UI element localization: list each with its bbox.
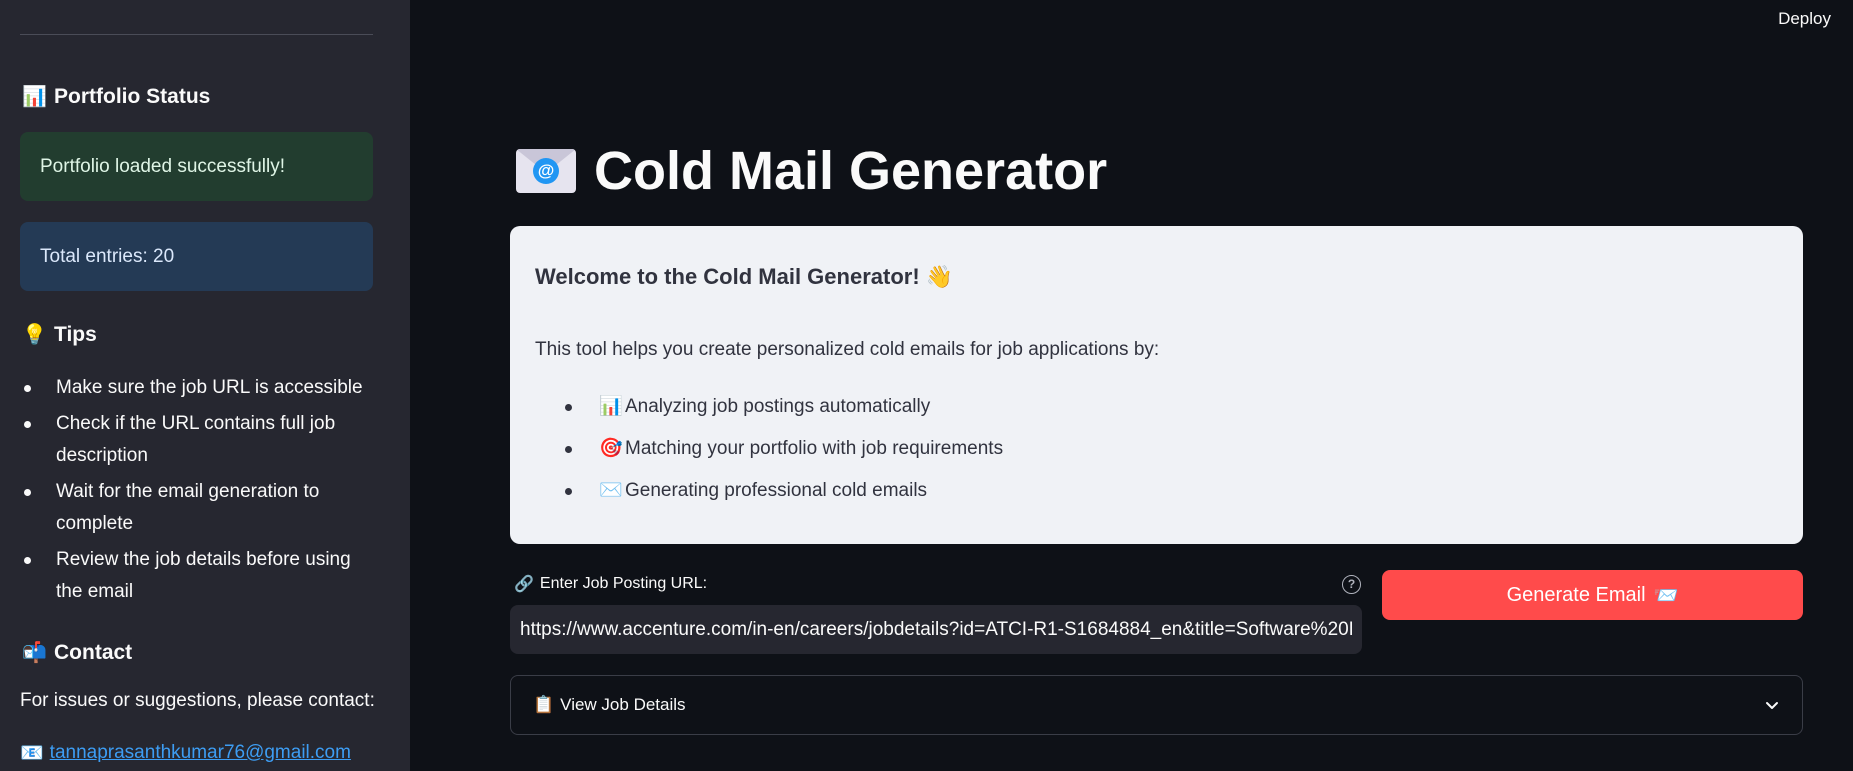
tip-text: Review the job details before using the … xyxy=(56,549,351,602)
bullet xyxy=(24,489,31,496)
feature-text: Matching your portfolio with job require… xyxy=(625,438,1004,459)
url-label: 🔗 Enter Job Posting URL: xyxy=(514,574,707,594)
job-details-expander[interactable]: 📋 View Job Details xyxy=(510,675,1803,735)
email-envelope-icon: @ xyxy=(516,149,576,193)
bar-chart-icon: 📊 xyxy=(599,396,623,417)
sidebar-divider xyxy=(20,34,373,35)
bullet xyxy=(24,385,31,392)
welcome-title: Welcome to the Cold Mail Generator! 👋 xyxy=(535,264,953,290)
bullet xyxy=(24,421,31,428)
portfolio-status-heading: 📊 Portfolio Status xyxy=(22,84,210,109)
tips-list: Make sure the job URL is accessible Chec… xyxy=(20,372,373,612)
envelope-icon: 📨 xyxy=(1653,584,1679,607)
list-item: Wait for the email generation to complet… xyxy=(20,476,373,540)
list-item: ✉️ Generating professional cold emails xyxy=(535,470,1003,512)
generate-email-label: Generate Email xyxy=(1506,583,1646,606)
sidebar: 📊 Portfolio Status Portfolio loaded succ… xyxy=(0,0,410,771)
tip-text: Wait for the email generation to complet… xyxy=(56,481,320,534)
list-item: Review the job details before using the … xyxy=(20,544,373,608)
info-alert: Total entries: 20 xyxy=(20,222,373,291)
success-message: Portfolio loaded successfully! xyxy=(40,155,286,177)
bullet xyxy=(565,404,572,411)
list-item: Make sure the job URL is accessible xyxy=(20,372,373,404)
bullet xyxy=(565,488,572,495)
feature-text: Analyzing job postings automatically xyxy=(625,396,931,417)
url-label-text: Enter Job Posting URL: xyxy=(539,575,708,592)
list-item: 📊 Analyzing job postings automatically xyxy=(535,386,1003,428)
waving-hand-icon: 👋 xyxy=(925,264,954,289)
tips-label: Tips xyxy=(54,322,97,346)
tip-text: Check if the URL contains full job descr… xyxy=(56,413,336,466)
page-title-text: Cold Mail Generator xyxy=(594,141,1108,201)
list-item: Check if the URL contains full job descr… xyxy=(20,408,373,472)
bullet xyxy=(565,446,572,453)
welcome-box: Welcome to the Cold Mail Generator! 👋 Th… xyxy=(510,226,1803,544)
generate-email-button[interactable]: Generate Email 📨 xyxy=(1382,570,1803,620)
info-message: Total entries: 20 xyxy=(40,245,175,267)
job-url-input[interactable] xyxy=(510,605,1362,654)
contact-text: For issues or suggestions, please contac… xyxy=(20,690,375,711)
list-item: 🎯 Matching your portfolio with job requir… xyxy=(535,428,1003,470)
target-icon: 🎯 xyxy=(599,438,623,459)
feature-list: 📊 Analyzing job postings automatically 🎯 M… xyxy=(535,386,1003,512)
bar-chart-icon: 📊 xyxy=(22,86,47,108)
portfolio-status-label: Portfolio Status xyxy=(54,84,211,108)
help-icon[interactable]: ? xyxy=(1342,575,1361,594)
chevron-down-icon xyxy=(1766,702,1778,709)
page-title: @ Cold Mail Generator xyxy=(516,140,1107,202)
tips-heading: 💡 Tips xyxy=(22,322,97,347)
clipboard-icon: 📋 xyxy=(533,695,555,714)
link-icon: 🔗 xyxy=(514,576,534,593)
mailbox-icon: 📬 xyxy=(22,642,47,664)
deploy-button[interactable]: Deploy xyxy=(1778,9,1831,29)
envelope-icon: ✉️ xyxy=(599,480,623,501)
welcome-description: This tool helps you create personalized … xyxy=(535,339,1160,360)
contact-email-row: 📧 tannaprasanthkumar76@gmail.com xyxy=(20,741,351,765)
bullet xyxy=(24,557,31,564)
success-alert: Portfolio loaded successfully! xyxy=(20,132,373,201)
expander-label-text: View Job Details xyxy=(560,695,686,714)
lightbulb-icon: 💡 xyxy=(22,324,47,346)
expander-label: 📋 View Job Details xyxy=(533,695,686,715)
contact-heading: 📬 Contact xyxy=(22,640,132,665)
feature-text: Generating professional cold emails xyxy=(625,480,928,501)
contact-label: Contact xyxy=(54,640,133,664)
tip-text: Make sure the job URL is accessible xyxy=(56,377,363,398)
email-icon: 📧 xyxy=(20,743,44,764)
welcome-title-text: Welcome to the Cold Mail Generator! xyxy=(535,264,920,289)
contact-email-link[interactable]: tannaprasanthkumar76@gmail.com xyxy=(50,742,351,764)
